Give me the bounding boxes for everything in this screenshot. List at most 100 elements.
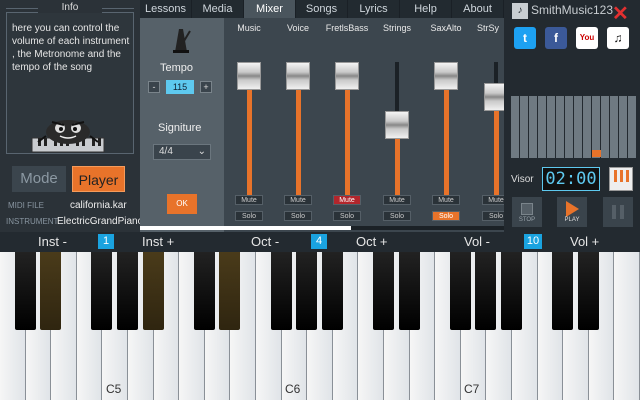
black-key[interactable] (552, 252, 574, 330)
black-key[interactable] (449, 252, 471, 330)
play-label: PLAY (564, 217, 580, 223)
mode-button[interactable]: Mode (12, 166, 66, 192)
visor-bar (601, 96, 609, 158)
visor-bar (547, 96, 555, 158)
fader-knob[interactable] (484, 83, 504, 111)
mute-button[interactable]: Mute (383, 195, 411, 205)
mute-button[interactable]: Mute (432, 195, 460, 205)
twitter-icon[interactable]: t (514, 27, 536, 49)
black-key[interactable] (193, 252, 215, 330)
solo-button[interactable]: Solo (333, 211, 361, 221)
oct-minus-button[interactable]: Oct - (251, 234, 279, 249)
mute-button[interactable]: Mute (333, 195, 361, 205)
tab-about[interactable]: About (452, 0, 504, 18)
mute-button[interactable]: Mute (235, 195, 263, 205)
tempo-minus-button[interactable]: - (148, 81, 160, 93)
signature-select[interactable]: 4/4 ⌄ (153, 144, 211, 160)
tab-lessons[interactable]: Lessons (140, 0, 192, 18)
tempo-plus-button[interactable]: + (200, 81, 212, 93)
vol-minus-button[interactable]: Vol - (464, 234, 490, 249)
song-progress-fill (140, 226, 352, 230)
solo-button[interactable]: Solo (482, 211, 504, 221)
chevron-down-icon: ⌄ (197, 146, 206, 157)
vol-value-badge: 10 (524, 234, 542, 249)
stop-icon (521, 203, 533, 215)
logo-text: SmithMusic123 (531, 3, 614, 17)
visor-bar (583, 96, 591, 158)
solo-button[interactable]: Solo (235, 211, 263, 221)
vol-plus-button[interactable]: Vol + (570, 234, 599, 249)
solo-button[interactable]: Solo (284, 211, 312, 221)
black-key[interactable] (475, 252, 497, 330)
mute-button[interactable]: Mute (284, 195, 312, 205)
metronome-icon[interactable] (168, 26, 194, 54)
fader-track-fill (296, 72, 301, 202)
fader-knob[interactable] (434, 62, 458, 90)
white-key[interactable] (614, 252, 640, 400)
black-key[interactable] (14, 252, 36, 330)
ok-button[interactable]: OK (167, 194, 197, 214)
tab-songs[interactable]: Songs (296, 0, 348, 18)
pause-icon (612, 205, 624, 219)
tab-mixer[interactable]: Mixer (244, 0, 296, 18)
tempo-value[interactable]: 115 (166, 80, 194, 94)
fader-knob[interactable] (335, 62, 359, 90)
tab-help[interactable]: Help (400, 0, 452, 18)
oct-plus-button[interactable]: Oct + (356, 234, 387, 249)
visor-marker (592, 150, 601, 157)
black-key[interactable] (296, 252, 318, 330)
black-key-highlighted[interactable] (142, 252, 164, 330)
black-key[interactable] (321, 252, 343, 330)
close-icon[interactable]: ✕ (612, 1, 629, 26)
fader-knob[interactable] (286, 62, 310, 90)
logo-icon: ♪ (512, 3, 528, 19)
inst-plus-button[interactable]: Inst + (142, 234, 174, 249)
channel-name: StrSy (476, 23, 499, 33)
black-key[interactable] (270, 252, 292, 330)
info-title: Info (38, 2, 102, 13)
fader-knob[interactable] (385, 111, 409, 139)
tempo-label: Tempo (160, 62, 194, 74)
black-key-highlighted[interactable] (219, 252, 241, 330)
black-key[interactable] (577, 252, 599, 330)
piano-app-icon[interactable]: ♫ (607, 27, 629, 49)
key-label-c6: C6 (285, 382, 301, 396)
visor-bar (574, 96, 582, 158)
oct-value-badge: 4 (311, 234, 327, 249)
black-key[interactable] (91, 252, 113, 330)
black-key[interactable] (501, 252, 522, 330)
visor-label: Visor (511, 174, 534, 185)
facebook-icon[interactable]: f (545, 27, 567, 49)
black-key[interactable] (398, 252, 420, 330)
youtube-icon[interactable]: You (576, 27, 598, 49)
mixer-channel: FretlsBass Mute Solo (323, 18, 371, 232)
channel-name: Music (237, 23, 261, 33)
black-key[interactable] (117, 252, 138, 330)
channel-name: Voice (286, 23, 310, 33)
piano-view-icon[interactable] (609, 167, 633, 191)
visor-bar (610, 96, 618, 158)
mixer-channel: StrSy Mute Solo (472, 18, 504, 232)
mixer-channel: Music Mute Solo (225, 18, 273, 232)
player-button[interactable]: Player (72, 166, 125, 192)
solo-button[interactable]: Solo (432, 211, 460, 221)
solo-button[interactable]: Solo (383, 211, 411, 221)
tab-bar: Lessons Media Mixer Songs Lyrics Help Ab… (140, 0, 504, 18)
visor-bar (529, 96, 537, 158)
mute-button[interactable]: Mute (482, 195, 504, 205)
info-text: here you can control the volume of each … (12, 23, 130, 73)
stop-button[interactable]: STOP (512, 197, 542, 227)
black-key[interactable] (373, 252, 394, 330)
fader-knob[interactable] (237, 62, 261, 90)
inst-minus-button[interactable]: Inst - (38, 234, 67, 249)
play-button[interactable]: PLAY (557, 197, 587, 227)
inst-value-badge: 1 (98, 234, 114, 249)
tab-lyrics[interactable]: Lyrics (348, 0, 400, 18)
mixer-channel: SaxAlto Mute Solo (422, 18, 470, 232)
tab-media[interactable]: Media (192, 0, 244, 18)
visor-bar (565, 96, 573, 158)
instrument-label: INSTRUMENT (6, 217, 59, 226)
instrument-value: ElectricGrandPiano (57, 216, 144, 227)
pause-button[interactable] (603, 197, 633, 227)
black-key-highlighted[interactable] (40, 252, 62, 330)
